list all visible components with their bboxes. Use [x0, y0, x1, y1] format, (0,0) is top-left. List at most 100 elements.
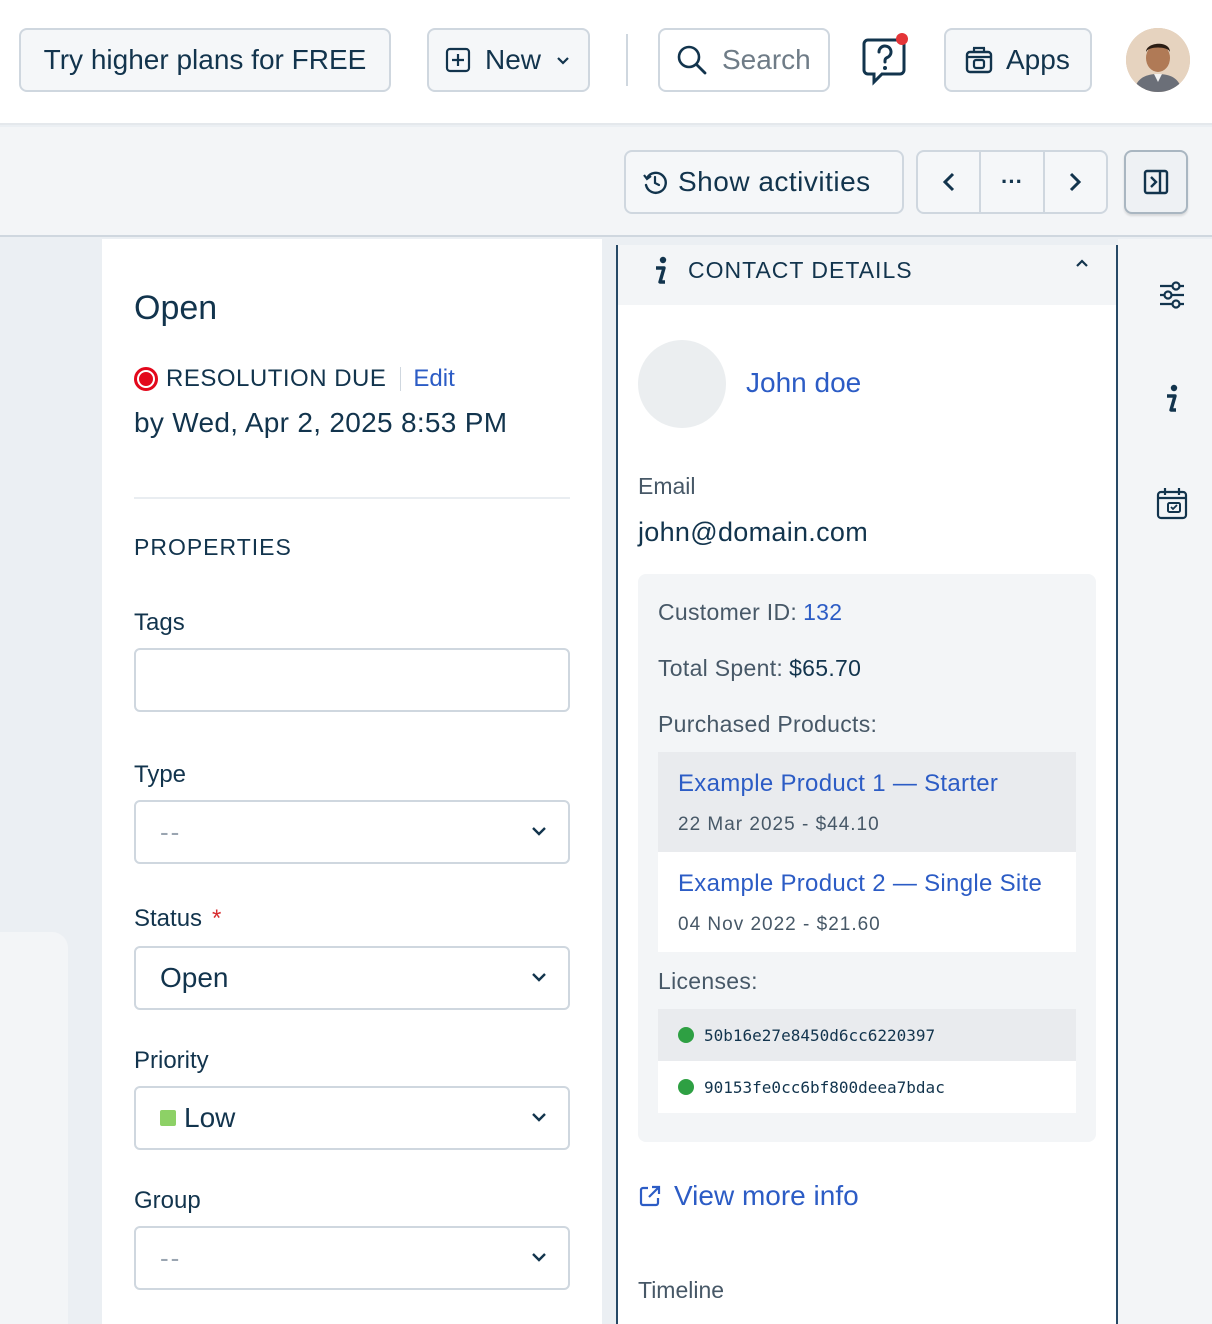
timeline-label: Timeline — [638, 1277, 725, 1303]
apps-button[interactable]: Apps — [944, 28, 1092, 92]
contact-details-heading: CONTACT DETAILS — [688, 257, 913, 283]
chevron-down-icon — [532, 1113, 546, 1122]
resolution-separator — [400, 367, 402, 391]
type-label: Type — [134, 761, 187, 788]
show-activities-button[interactable]: Show activities — [624, 150, 904, 214]
chevron-down-icon — [532, 1253, 546, 1262]
product-item: Example Product 1 — Starter 22 Mar 2025 … — [658, 752, 1076, 852]
licenses-label: Licenses: — [658, 968, 758, 994]
ticket-navigation: ··· — [916, 150, 1108, 214]
resolution-due-label: RESOLUTION DUE — [166, 365, 387, 392]
total-spent-row: Total Spent: $65.70 — [658, 655, 861, 682]
email-label: Email — [638, 473, 696, 499]
chevron-up-icon[interactable] — [1074, 257, 1090, 269]
license-active-dot — [678, 1027, 694, 1043]
contact-details-header[interactable]: CONTACT DETAILS — [618, 245, 1116, 305]
product-name-link[interactable]: Example Product 1 — Starter — [678, 770, 1056, 798]
calendar-icon — [1156, 488, 1188, 520]
type-value: -- — [160, 816, 182, 847]
apps-store-icon — [965, 46, 993, 74]
status-label: Status — [134, 905, 203, 932]
customer-id-row: Customer ID: 132 — [658, 599, 842, 626]
more-ellipsis-label: ··· — [1001, 169, 1023, 194]
toggle-sidebar-button[interactable] — [1124, 150, 1188, 214]
chevron-down-icon — [557, 57, 569, 65]
apps-label: Apps — [1006, 44, 1070, 75]
group-value: -- — [160, 1242, 182, 1273]
properties-heading: PROPERTIES — [134, 534, 292, 560]
product-name-link[interactable]: Example Product 2 — Single Site — [678, 870, 1056, 898]
status-value: Open — [160, 962, 229, 993]
license-active-dot — [678, 1079, 694, 1095]
user-photo — [1126, 28, 1190, 92]
customer-id-link[interactable]: 132 — [803, 599, 842, 625]
status-select[interactable]: Open — [134, 946, 570, 1010]
purchased-products-label: Purchased Products: — [658, 711, 878, 737]
priority-value: Low — [184, 1102, 236, 1133]
ticket-properties-panel: Open RESOLUTION DUE Edit by Wed, Apr 2, … — [102, 239, 602, 1324]
edit-resolution-link[interactable]: Edit — [413, 365, 454, 393]
chevron-right-icon — [1070, 172, 1082, 192]
resolution-due-date: by Wed, Apr 2, 2025 8:53 PM — [134, 407, 508, 438]
section-divider — [134, 497, 570, 499]
plus-square-icon — [445, 47, 471, 73]
info-icon — [1167, 384, 1178, 412]
product-item: Example Product 2 — Single Site 04 Nov 2… — [658, 852, 1076, 952]
properties-filter-button[interactable] — [1152, 275, 1192, 315]
show-activities-label: Show activities — [678, 166, 871, 197]
help-question-icon — [862, 33, 908, 86]
priority-select[interactable]: Low — [134, 1086, 570, 1150]
ticket-status-title: Open — [134, 289, 218, 327]
ticket-toolbar: Show activities ··· — [0, 127, 1212, 237]
calendar-app-button[interactable] — [1152, 483, 1192, 523]
sidebar-collapse-icon — [1143, 169, 1169, 195]
required-marker: * — [212, 905, 222, 932]
status-label-row: Status * — [134, 905, 221, 933]
priority-label: Priority — [134, 1047, 209, 1074]
resolution-due-row: RESOLUTION DUE Edit — [134, 365, 455, 393]
type-select[interactable]: -- — [134, 800, 570, 864]
contact-name-link[interactable]: John doe — [746, 367, 861, 399]
license-key: 90153fe0cc6bf800deea7bdac — [704, 1077, 945, 1097]
total-spent-label: Total Spent: — [658, 655, 784, 681]
tags-label: Tags — [134, 609, 185, 636]
product-meta: 04 Nov 2022 - $21.60 — [678, 914, 881, 935]
next-ticket-button[interactable] — [1045, 152, 1106, 212]
top-navigation-bar: Try higher plans for FREE New Search App… — [0, 0, 1212, 125]
help-button[interactable] — [858, 30, 914, 86]
more-actions-button[interactable]: ··· — [981, 152, 1045, 212]
priority-color-indicator — [160, 1110, 176, 1126]
contact-avatar — [638, 340, 726, 428]
chevron-down-icon — [532, 973, 546, 982]
product-meta: 22 Mar 2025 - $44.10 — [678, 814, 880, 835]
chevron-left-icon — [942, 172, 954, 192]
new-button-label: New — [485, 44, 542, 75]
new-button[interactable]: New — [427, 28, 590, 92]
view-more-info-label: View more info — [674, 1180, 859, 1211]
notification-dot — [896, 33, 908, 45]
sliders-icon — [1160, 281, 1184, 309]
try-higher-plans-button[interactable]: Try higher plans for FREE — [19, 28, 391, 92]
license-item: 50b16e27e8450d6cc6220397 — [658, 1009, 1076, 1061]
external-link-icon — [639, 1185, 661, 1207]
contact-email: john@domain.com — [638, 517, 869, 547]
total-spent-value: $65.70 — [789, 655, 862, 681]
info-icon — [656, 256, 667, 284]
search-placeholder: Search — [722, 44, 811, 75]
previous-ticket-button[interactable] — [918, 152, 982, 212]
view-more-info-link[interactable]: View more info — [638, 1180, 859, 1212]
contact-details-panel: CONTACT DETAILS John doe Email john@doma… — [616, 245, 1118, 1324]
search-icon — [677, 45, 707, 75]
search-button[interactable]: Search — [658, 28, 830, 92]
right-sidebar-rail — [1118, 239, 1212, 1324]
group-label: Group — [134, 1187, 201, 1214]
user-avatar[interactable] — [1126, 28, 1190, 92]
toolbar-separator — [626, 34, 628, 86]
conversation-area-edge — [0, 932, 68, 1324]
license-key: 50b16e27e8450d6cc6220397 — [704, 1025, 936, 1045]
tags-input[interactable] — [134, 648, 570, 712]
license-item: 90153fe0cc6bf800deea7bdac — [658, 1061, 1076, 1113]
resolution-status-icon — [134, 367, 158, 391]
contact-info-button[interactable] — [1152, 379, 1192, 419]
group-select[interactable]: -- — [134, 1226, 570, 1290]
